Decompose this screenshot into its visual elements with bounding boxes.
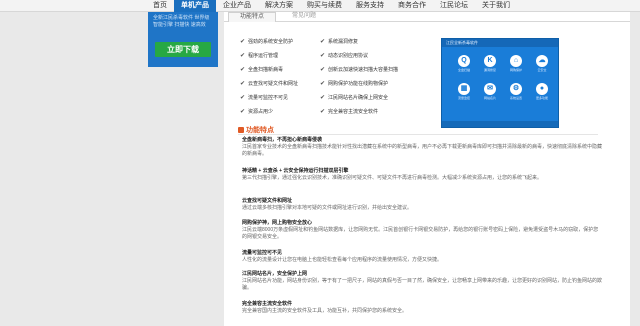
nav-item-forum[interactable]: 江民论坛 xyxy=(433,0,475,12)
feature-item: ✔ 全盘扫描新病毒 xyxy=(240,66,283,74)
home-icon: ⌂ xyxy=(510,55,522,67)
tab-features[interactable]: 功能特点 xyxy=(228,12,276,22)
paragraph-heading: 江民网站名片，安全保护上网 xyxy=(242,271,308,277)
feature-paragraph: 神话精 + 云查杀 + 云安全保持运行扫描双层引擎 第三代扫描引擎，通过强化云识… xyxy=(242,168,602,182)
feature-paragraph: 云查找可疑文件和网址 通过云端多核扫描引擎对本地可疑的文件或网址进行识别，并给出… xyxy=(242,198,602,212)
feature-item: ✔ 江民网站名片确保上网安全 xyxy=(320,94,388,102)
paragraph-body: 江民云端8000万条虚假网址和钓鱼网站数据库，让您网购无忧。江民首创银行卡网银交… xyxy=(242,227,599,240)
traffic-icon: ▦ xyxy=(458,83,470,95)
feature-label: 完全兼容主流安全软件 xyxy=(328,109,379,115)
nav-item-purchase[interactable]: 购买与续费 xyxy=(300,0,349,12)
feature-label: 动态识别应用协议 xyxy=(328,53,369,59)
top-nav: 首页 单机产品 企业产品 解决方案 购买与续费 服务支持 商务合作 江民论坛 关… xyxy=(0,0,640,12)
feature-label: 程序运行管理 xyxy=(248,53,279,59)
nav-item-home[interactable]: 首页 xyxy=(146,0,174,12)
paragraph-body: 人性化的流量设计让您在电脑上也能轻松查看每个应用程序的流量使用情况，方便又快捷。 xyxy=(242,257,443,263)
tab-faq[interactable]: 常见问题 xyxy=(280,12,328,22)
check-icon: ✔ xyxy=(320,39,326,45)
paragraph-heading: 网购保护神，网上购物安全放心 xyxy=(242,220,313,226)
feature-item: ✔ 系统漏洞修复 xyxy=(320,38,358,46)
icon-label: 网购保护 xyxy=(509,68,522,72)
nav-item-support[interactable]: 服务支持 xyxy=(349,0,391,12)
icon-label: 流量监控 xyxy=(457,96,470,100)
icon-label: 网站名片 xyxy=(483,96,496,100)
feature-label: 全盘扫描新病毒 xyxy=(248,67,284,73)
paragraph-heading: 神话精 + 云查杀 + 云安全保持运行扫描双层引擎 xyxy=(242,168,349,174)
main-content: 功能特点 常见问题 ✔ 强劲的系统安全防护 ✔ 系统漏洞修复 ✔ 程序运行管理 ✔ 动态… xyxy=(224,12,630,326)
feature-label: 网购保护功能在线购物保护 xyxy=(328,81,389,87)
section-divider xyxy=(238,134,598,135)
feature-paragraph: 全盘新病毒扫，不再担心新病毒侵袭 江民首家专业技术的全盘新病毒扫描技术能针对性找… xyxy=(242,137,602,158)
feature-paragraph: 完全兼容主流安全软件 完全兼容国内主流的安全软件及工具，功能互补，共同保护您的系… xyxy=(242,301,602,315)
check-icon: ✔ xyxy=(320,95,326,101)
product-screenshot: 江民全新杀毒软件 Q 全盘扫描 K 漏洞修复 ⌂ 网购保护 ☁ 云安全 ▦ 流量… xyxy=(441,38,559,128)
check-icon: ✔ xyxy=(240,95,246,101)
feature-label: 江民网站名片确保上网安全 xyxy=(328,95,389,101)
check-icon: ✔ xyxy=(240,81,246,87)
nav-item-enterprise-products[interactable]: 企业产品 xyxy=(216,0,258,12)
paragraph-heading: 全盘新病毒扫，不再担心新病毒侵袭 xyxy=(242,137,323,143)
check-icon: ✔ xyxy=(320,67,326,73)
paragraph-heading: 完全兼容主流安全软件 xyxy=(242,301,293,307)
check-icon: ✔ xyxy=(240,67,246,73)
feature-item: ✔ 动态识别应用协议 xyxy=(320,52,368,60)
paragraph-body: 完全兼容国内主流的安全软件及工具，功能互补，共同保护您的系统安全。 xyxy=(242,308,408,314)
feature-item: ✔ 流量可监控不可见 xyxy=(240,94,288,102)
section-marker-icon xyxy=(238,127,244,134)
repair-icon: K xyxy=(484,55,496,67)
nav-item-standalone-products[interactable]: 单机产品 xyxy=(174,0,216,12)
feature-item: ✔ 云查找可疑文件和网址 xyxy=(240,80,298,88)
check-icon: ✔ xyxy=(320,109,326,115)
paragraph-body: 江民网站名片功能，网站身份识别，等于有了一把尺子，网站的真假与否一目了然，确保安… xyxy=(242,278,603,291)
feature-paragraph: 流量可监控可不见 人性化的流量设计让您在电脑上也能轻松查看每个应用程序的流量使用… xyxy=(242,250,602,264)
paragraph-heading: 云查找可疑文件和网址 xyxy=(242,198,293,204)
screenshot-title: 江民全新杀毒软件 xyxy=(446,40,478,45)
icon-label: 更多功能 xyxy=(535,96,548,100)
paragraph-heading: 流量可监控可不见 xyxy=(242,250,283,256)
feature-paragraph: 网购保护神，网上购物安全放心 江民云端8000万条虚假网址和钓鱼网站数据库，让您… xyxy=(242,220,602,241)
download-button[interactable]: 立即下载 xyxy=(155,42,211,57)
nav-list: 首页 单机产品 企业产品 解决方案 购买与续费 服务支持 商务合作 江民论坛 关… xyxy=(146,0,517,12)
paragraph-body: 第三代扫描引擎，通过强化云识别技术，准确识别可疑文件、可疑文件不再进行病毒检测。… xyxy=(242,175,543,181)
icon-label: 系统设置 xyxy=(509,96,522,100)
icon-label: 云安全 xyxy=(537,68,547,72)
check-icon: ✔ xyxy=(240,109,246,115)
tab-bar: 功能特点 常见问题 xyxy=(224,12,630,22)
check-icon: ✔ xyxy=(320,81,326,87)
cloud-icon: ☁ xyxy=(536,55,548,67)
download-description: 全新江民杀毒软件 世界级智能引擎 扫描快 速高效 xyxy=(153,15,210,28)
mail-icon: ✉ xyxy=(484,83,496,95)
nav-item-about[interactable]: 关于我们 xyxy=(475,0,517,12)
feature-item: ✔ 完全兼容主流安全软件 xyxy=(320,108,378,116)
feature-label: 创新云加速快速扫描大容量扫描 xyxy=(328,67,399,73)
screenshot-titlebar: 江民全新杀毒软件 xyxy=(442,39,558,47)
paragraph-body: 通过云端多核扫描引擎对本地可疑的文件或网址进行识别，并给出安全建议。 xyxy=(242,205,413,211)
page: 首页 单机产品 企业产品 解决方案 购买与续费 服务支持 商务合作 江民论坛 关… xyxy=(0,0,640,326)
feature-paragraph: 江民网站名片，安全保护上网 江民网站名片功能，网站身份识别，等于有了一把尺子，网… xyxy=(242,271,602,292)
paragraph-body: 江民首家专业技术的全盘新病毒扫描技术能针对性找出潜藏在系统中的新型病毒，用户不必… xyxy=(242,144,603,157)
icon-label: 漏洞修复 xyxy=(483,68,496,72)
check-icon: ✔ xyxy=(320,53,326,59)
nav-item-business[interactable]: 商务合作 xyxy=(391,0,433,12)
feature-item: ✔ 资源占用少 xyxy=(240,108,273,116)
check-icon: ✔ xyxy=(240,39,246,45)
gear-icon: ⚙ xyxy=(510,83,522,95)
feature-label: 强劲的系统安全防护 xyxy=(248,39,294,45)
download-panel: 全新江民杀毒软件 世界级智能引擎 扫描快 速高效 立即下载 xyxy=(148,12,218,67)
scan-icon: Q xyxy=(458,55,470,67)
feature-label: 流量可监控不可见 xyxy=(248,95,289,101)
more-icon: ● xyxy=(536,83,548,95)
icon-label: 全盘扫描 xyxy=(457,68,470,72)
feature-item: ✔ 强劲的系统安全防护 xyxy=(240,38,293,46)
feature-item: ✔ 网购保护功能在线购物保护 xyxy=(320,80,388,88)
feature-item: ✔ 创新云加速快速扫描大容量扫描 xyxy=(320,66,398,74)
nav-item-solutions[interactable]: 解决方案 xyxy=(258,0,300,12)
feature-label: 云查找可疑文件和网址 xyxy=(248,81,299,87)
feature-item: ✔ 程序运行管理 xyxy=(240,52,278,60)
screenshot-footer xyxy=(442,121,558,127)
check-icon: ✔ xyxy=(240,53,246,59)
feature-label: 系统漏洞修复 xyxy=(328,39,359,45)
section-title-text: 功能特点 xyxy=(246,127,274,134)
feature-label: 资源占用少 xyxy=(248,109,274,115)
